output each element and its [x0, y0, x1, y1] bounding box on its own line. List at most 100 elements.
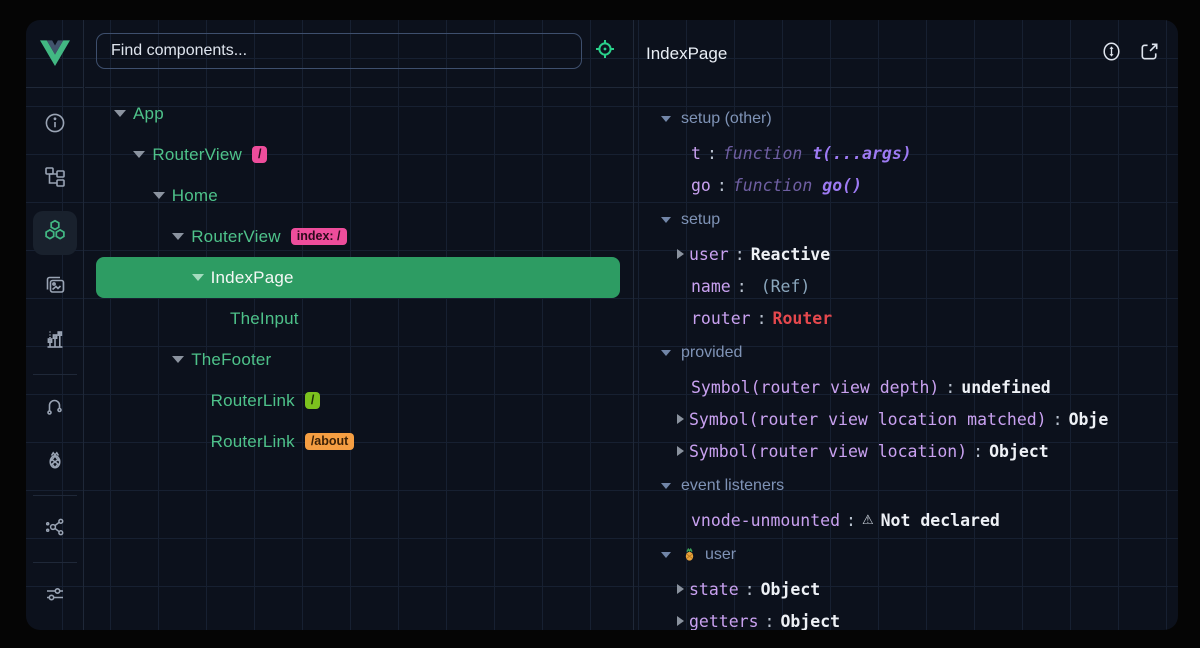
graph-network-icon	[43, 515, 67, 544]
sidebar-item-pinia[interactable]	[33, 440, 77, 484]
state-row: Symbol(router view depth):undefined	[634, 371, 1178, 403]
route-badge: /	[305, 392, 320, 410]
sidebar-divider	[33, 562, 77, 563]
state-value: Obje	[1069, 410, 1109, 429]
state-value: Not declared	[881, 511, 1000, 530]
state-row[interactable]: state:Object	[634, 573, 1178, 605]
state-section-header[interactable]: provided	[634, 334, 1178, 371]
sidebar-item-settings[interactable]	[33, 574, 77, 618]
tree-node[interactable]: IndexPage	[96, 257, 620, 298]
sidebar-item-components[interactable]	[33, 211, 77, 255]
collapse-arrow-icon	[661, 483, 671, 489]
state-key: name	[691, 277, 731, 296]
ref-value: (Ref)	[753, 277, 811, 296]
sidebar-item-graph[interactable]	[33, 507, 77, 551]
state-value: Router	[773, 309, 833, 328]
tree-node[interactable]: TheInput	[96, 298, 620, 339]
state-section-label: provided	[681, 344, 742, 362]
open-in-editor-icon	[1138, 40, 1161, 68]
search-input[interactable]	[96, 33, 582, 69]
state-section-header[interactable]: setup	[634, 201, 1178, 238]
expand-arrow-icon[interactable]	[172, 356, 184, 363]
tree-node[interactable]: App	[96, 93, 620, 134]
state-row[interactable]: getters:Object	[634, 605, 1178, 630]
function-keyword: function	[733, 176, 822, 195]
sidebar-item-timeline[interactable]	[33, 319, 77, 363]
key-value-separator: :	[711, 176, 733, 195]
tree-toolbar	[85, 20, 633, 88]
key-value-separator: :	[739, 580, 761, 599]
state-section-label: event listeners	[681, 477, 784, 495]
function-signature: go()	[822, 176, 862, 195]
collapse-arrow-icon	[661, 116, 671, 122]
tree-node-content: TheInput	[96, 309, 299, 329]
state-key: router	[691, 309, 751, 328]
state-row: name:(Ref)	[634, 270, 1178, 302]
state-section-header[interactable]: user	[634, 536, 1178, 573]
vue-devtools-window: App RouterView / Home RouterViewindex: / Inde…	[26, 20, 1178, 630]
warning-icon: ⚠	[862, 513, 881, 528]
scroll-to-component-icon	[1100, 40, 1123, 68]
function-signature: t(...args)	[812, 144, 911, 163]
key-value-separator: :	[967, 442, 989, 461]
sidebar-item-info[interactable]	[33, 103, 77, 147]
expander-arrow-icon[interactable]	[677, 249, 684, 259]
state-row[interactable]: Symbol(router view location):Object	[634, 435, 1178, 467]
state-value: undefined	[961, 378, 1050, 397]
tree-node-content: Home	[96, 186, 218, 206]
sliders-icon	[43, 582, 67, 611]
tree-node[interactable]: RouterView /	[96, 134, 620, 175]
component-name: App	[133, 104, 164, 124]
key-value-separator: :	[939, 378, 961, 397]
expander-arrow-icon[interactable]	[677, 446, 684, 456]
key-value-separator: :	[729, 245, 751, 264]
state-row[interactable]: user:Reactive	[634, 238, 1178, 270]
tree-node[interactable]: RouterViewindex: /	[96, 216, 620, 257]
expander-arrow-icon[interactable]	[677, 616, 684, 626]
state-key: vnode-unmounted	[691, 511, 840, 530]
state-section-header[interactable]: event listeners	[634, 467, 1178, 504]
route-badge: /about	[305, 433, 355, 451]
state-section-header[interactable]: setup (other)	[634, 100, 1178, 137]
sidebar	[26, 20, 84, 630]
tree-node[interactable]: TheFooter	[96, 339, 620, 380]
scroll-to-component-button[interactable]	[1099, 42, 1123, 66]
state-value: Object	[989, 442, 1049, 461]
expand-arrow-icon[interactable]	[192, 274, 204, 281]
expander-arrow-icon[interactable]	[677, 414, 684, 424]
tree-node-content: IndexPage	[96, 268, 294, 288]
expand-arrow-icon[interactable]	[153, 192, 165, 199]
info-icon	[43, 111, 67, 140]
sidebar-item-router[interactable]	[33, 386, 77, 430]
key-value-separator: :	[759, 612, 781, 631]
tree-node-content: RouterLink/	[96, 391, 320, 411]
state-row[interactable]: Symbol(router view location matched):Obj…	[634, 403, 1178, 435]
tree-node-content: TheFooter	[96, 350, 271, 370]
state-row: vnode-unmounted:⚠Not declared	[634, 504, 1178, 536]
key-value-separator: :	[840, 511, 862, 530]
inspect-component-button[interactable]	[592, 33, 618, 69]
expand-arrow-icon[interactable]	[114, 110, 126, 117]
collapse-arrow-icon	[661, 217, 671, 223]
tree-node[interactable]: RouterLink/	[96, 380, 620, 421]
expander-arrow-icon[interactable]	[677, 584, 684, 594]
expand-arrow-icon[interactable]	[172, 233, 184, 240]
tree-node-content: RouterView /	[96, 145, 267, 165]
tree-node[interactable]: Home	[96, 175, 620, 216]
state-key: Symbol(router view location)	[689, 442, 967, 461]
pinia-pineapple-icon	[681, 546, 698, 563]
sidebar-item-component-hierarchy[interactable]	[33, 157, 77, 201]
expand-arrow-icon[interactable]	[133, 151, 145, 158]
open-in-editor-button[interactable]	[1137, 42, 1161, 66]
inspector-header: IndexPage	[634, 20, 1178, 88]
state-section-label: user	[705, 546, 736, 564]
component-tree-panel: App RouterView / Home RouterViewindex: / Inde…	[85, 20, 633, 630]
state-value: Object	[780, 612, 840, 631]
function-keyword: function	[723, 144, 812, 163]
component-name: RouterView	[152, 145, 242, 165]
hierarchy-icon	[43, 165, 67, 194]
collapse-arrow-icon	[661, 552, 671, 558]
tree-node[interactable]: RouterLink/about	[96, 421, 620, 462]
route-badge: /	[252, 146, 267, 164]
sidebar-item-assets[interactable]	[33, 265, 77, 309]
